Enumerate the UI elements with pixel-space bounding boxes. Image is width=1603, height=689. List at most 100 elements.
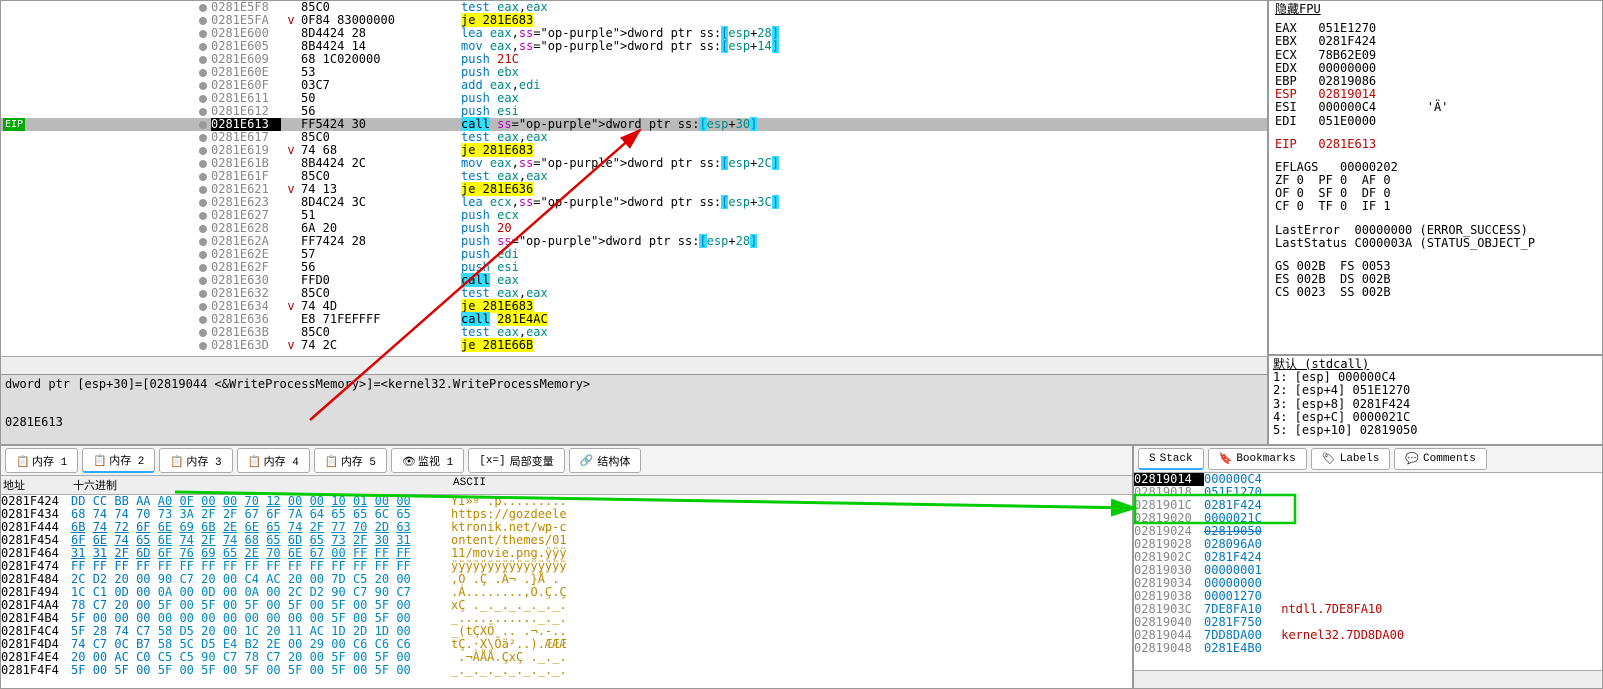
disasm-row[interactable]: 0281E62E57push edi bbox=[1, 248, 1267, 261]
memory-header: 地址 十六进制 ASCII bbox=[1, 476, 1132, 495]
breakpoint-dot[interactable] bbox=[199, 173, 207, 181]
reg-lasterror: LastError 00000000 (ERROR_SUCCESS) bbox=[1275, 224, 1596, 237]
breakpoint-dot[interactable] bbox=[199, 160, 207, 168]
breakpoint-dot[interactable] bbox=[199, 212, 207, 220]
tab-comments[interactable]: 💬 Comments bbox=[1394, 448, 1487, 470]
address: 0281E63D bbox=[211, 339, 281, 352]
stack-hscroll[interactable] bbox=[1134, 670, 1602, 688]
disasm-row[interactable]: 0281E62F56push esi bbox=[1, 261, 1267, 274]
disasm-row[interactable]: 0281E6238D4C24 3Clea ecx,ss="op-purple">… bbox=[1, 196, 1267, 209]
disasm-hscroll[interactable] bbox=[1, 356, 1267, 374]
disasm-row[interactable]: 0281E62AFF7424 28push ss="op-purple">dwo… bbox=[1, 235, 1267, 248]
bytes: 8D4C24 3C bbox=[301, 196, 461, 209]
breakpoint-dot[interactable] bbox=[199, 134, 207, 142]
breakpoint-dot[interactable] bbox=[199, 95, 207, 103]
breakpoint-dot[interactable] bbox=[199, 56, 207, 64]
breakpoint-dot[interactable] bbox=[199, 290, 207, 298]
breakpoint-dot[interactable] bbox=[199, 225, 207, 233]
breakpoint-dot[interactable] bbox=[199, 303, 207, 311]
instruction: test eax,eax bbox=[461, 131, 1267, 144]
memory-row[interactable]: 0281F4F45F 00 5F 00 5F 00 5F 00 5F 00 5F… bbox=[1, 664, 1132, 677]
tab-struct[interactable]: 🔗 结构体 bbox=[569, 448, 642, 473]
breakpoint-dot[interactable] bbox=[199, 30, 207, 38]
instruction: call ss="op-purple">dword ptr ss:[esp+30… bbox=[461, 118, 1267, 131]
breakpoint-dot[interactable] bbox=[199, 329, 207, 337]
disasm-row[interactable]: 0281E61F85C0test eax,eax bbox=[1, 170, 1267, 183]
tab-stack[interactable]: S Stack bbox=[1138, 448, 1204, 470]
tab-locals[interactable]: [x=] 局部变量 bbox=[468, 448, 564, 473]
disasm-row[interactable]: 0281E61785C0test eax,eax bbox=[1, 131, 1267, 144]
reg-seg3: CS 0023 SS 002B bbox=[1275, 286, 1596, 299]
breakpoint-dot[interactable] bbox=[199, 108, 207, 116]
dump-icon: 📋 bbox=[325, 455, 337, 467]
disasm-row[interactable]: 0281E636E8 71FEFFFFcall 281E4AC bbox=[1, 313, 1267, 326]
jump-mark bbox=[281, 66, 301, 79]
jump-mark bbox=[281, 222, 301, 235]
disasm-row[interactable]: 0281E5F885C0test eax,eax bbox=[1, 1, 1267, 14]
disasm-row[interactable]: 0281E63Dv74 2Cje 281E66B bbox=[1, 339, 1267, 352]
instruction: push ss="op-purple">dword ptr ss:[esp+28… bbox=[461, 235, 1267, 248]
breakpoint-dot[interactable] bbox=[199, 277, 207, 285]
jump-mark: v bbox=[281, 144, 301, 157]
disasm-row[interactable]: 0281E634v74 4Dje 281E683 bbox=[1, 300, 1267, 313]
tab-bookmarks[interactable]: 🔖 Bookmarks bbox=[1208, 448, 1307, 470]
registers-panel[interactable]: 隐藏FPU EAX 051E1270 EBX 0281F424 ECX 78B6… bbox=[1268, 0, 1603, 355]
info-line-1: dword ptr [esp+30]=[02819044 <&WriteProc… bbox=[5, 377, 1263, 391]
disasm-row[interactable]: 0281E630FFD0call eax bbox=[1, 274, 1267, 287]
dump-icon: 📋 bbox=[170, 455, 182, 467]
disasm-row[interactable]: 0281E6058B4424 14mov eax,ss="op-purple">… bbox=[1, 40, 1267, 53]
jump-mark bbox=[281, 53, 301, 66]
jump-mark bbox=[281, 118, 301, 131]
instruction: call eax bbox=[461, 274, 1267, 287]
disasm-row[interactable]: 0281E63285C0test eax,eax bbox=[1, 287, 1267, 300]
stack-panel[interactable]: S Stack 🔖 Bookmarks 🏷 Labels 💬 Comments … bbox=[1133, 445, 1603, 689]
memory-panel[interactable]: 📋内存 1 📋内存 2 📋内存 3 📋内存 4 📋内存 5 👁监视 1 [x=]… bbox=[0, 445, 1133, 689]
breakpoint-dot[interactable] bbox=[199, 251, 207, 259]
watch-icon: 👁 bbox=[402, 455, 414, 467]
stack-tabs: S Stack 🔖 Bookmarks 🏷 Labels 💬 Comments bbox=[1134, 446, 1602, 473]
breakpoint-dot[interactable] bbox=[199, 43, 207, 51]
dump-icon: 📋 bbox=[248, 455, 260, 467]
disasm-row[interactable]: 0281E61150push eax bbox=[1, 92, 1267, 105]
tab-memory-4[interactable]: 📋内存 4 bbox=[237, 448, 310, 473]
disasm-row[interactable]: 0281E60968 1C020000push 21C bbox=[1, 53, 1267, 66]
call-args-panel[interactable]: 默认 (stdcall) 1: [esp] 000000C4 2: [esp+4… bbox=[1268, 355, 1603, 445]
breakpoint-dot[interactable] bbox=[199, 264, 207, 272]
disasm-row[interactable]: 0281E62751push ecx bbox=[1, 209, 1267, 222]
breakpoint-dot[interactable] bbox=[199, 238, 207, 246]
disasm-row[interactable]: 0281E60E53push ebx bbox=[1, 66, 1267, 79]
tab-memory-5[interactable]: 📋内存 5 bbox=[314, 448, 387, 473]
instruction: add eax,edi bbox=[461, 79, 1267, 92]
breakpoint-dot[interactable] bbox=[199, 199, 207, 207]
reg-ebx: EBX 0281F424 bbox=[1275, 35, 1596, 48]
jump-mark bbox=[281, 157, 301, 170]
stack-comment: kernel32.7DD8DA00 bbox=[1274, 629, 1404, 642]
disassembly-panel[interactable]: 0281E5F885C0test eax,eax0281E5FAv0F84 83… bbox=[0, 0, 1268, 445]
tab-memory-3[interactable]: 📋内存 3 bbox=[159, 448, 232, 473]
breakpoint-dot[interactable] bbox=[199, 4, 207, 12]
breakpoint-dot[interactable] bbox=[199, 316, 207, 324]
tab-memory-2[interactable]: 📋内存 2 bbox=[82, 448, 155, 473]
breakpoint-dot[interactable] bbox=[199, 17, 207, 25]
mem-hex: 5F 00 5F 00 5F 00 5F 00 5F 00 5F 00 5F 0… bbox=[71, 664, 451, 677]
disasm-row[interactable]: 0281E61B8B4424 2Cmov eax,ss="op-purple">… bbox=[1, 157, 1267, 170]
tab-labels[interactable]: 🏷 Labels bbox=[1311, 448, 1391, 470]
breakpoint-dot[interactable] bbox=[199, 147, 207, 155]
memhdr-addr: 地址 bbox=[3, 477, 73, 493]
bytes: 74 2C bbox=[301, 339, 461, 352]
jump-mark bbox=[281, 313, 301, 326]
disasm-row[interactable]: EIP0281E613FF5424 30call ss="op-purple">… bbox=[1, 118, 1267, 131]
disasm-row[interactable]: 0281E63B85C0test eax,eax bbox=[1, 326, 1267, 339]
breakpoint-dot[interactable] bbox=[199, 342, 207, 350]
breakpoint-dot[interactable] bbox=[199, 186, 207, 194]
stack-row[interactable]: 028190480281E4B0 bbox=[1134, 642, 1602, 655]
bytes: 57 bbox=[301, 248, 461, 261]
stack-icon: S bbox=[1149, 453, 1156, 465]
tab-watch-1[interactable]: 👁监视 1 bbox=[391, 448, 464, 473]
disasm-row[interactable]: 0281E60F03C7add eax,edi bbox=[1, 79, 1267, 92]
reg-title[interactable]: 隐藏FPU bbox=[1275, 3, 1596, 16]
breakpoint-dot[interactable] bbox=[199, 69, 207, 77]
tab-memory-1[interactable]: 📋内存 1 bbox=[5, 448, 78, 473]
breakpoint-dot[interactable] bbox=[199, 121, 207, 129]
breakpoint-dot[interactable] bbox=[199, 82, 207, 90]
